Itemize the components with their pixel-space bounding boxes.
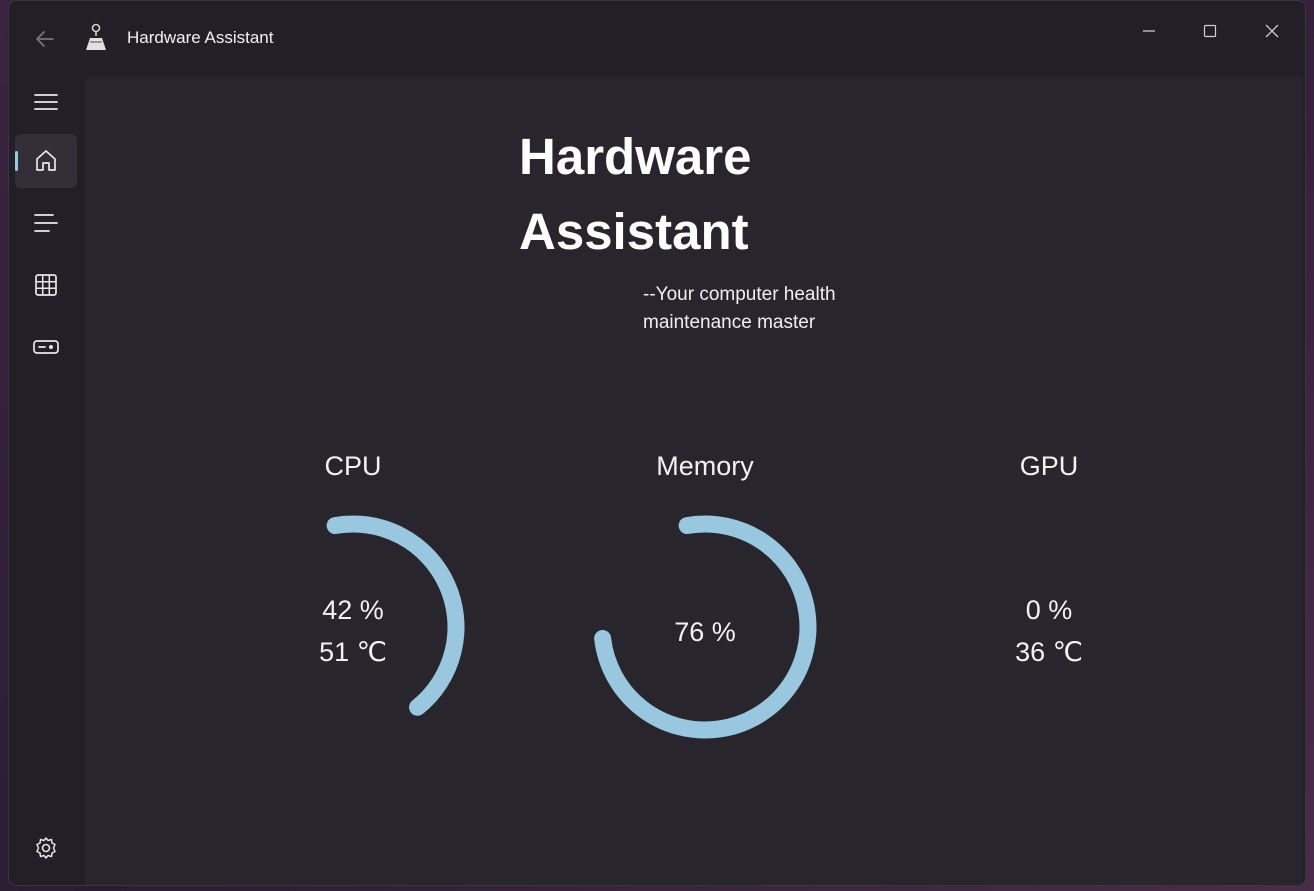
nav-item-device[interactable] <box>15 320 77 374</box>
back-button[interactable] <box>29 23 61 55</box>
app-title: Hardware Assistant <box>127 28 274 47</box>
home-icon <box>36 150 56 171</box>
hero-subtitle-line1: --Your computer health <box>643 284 836 305</box>
home-page-content: Hardware Assistant --Your computer healt… <box>85 77 1303 885</box>
cpu-usage-value: 42 % <box>322 595 384 625</box>
gauge-readout: 76 % <box>585 611 825 653</box>
nav-item-grid[interactable] <box>15 258 77 312</box>
gpu-gauge: GPU 0 % 36 ℃ <box>929 447 1169 747</box>
hero-title: Hardware Assistant <box>519 119 879 269</box>
gauge-label: CPU <box>324 451 382 481</box>
title-bar: Hardware Assistant <box>9 1 1305 75</box>
close-button[interactable] <box>1252 11 1292 51</box>
memory-gauge: Memory 76 % <box>585 447 825 747</box>
nav-item-list[interactable] <box>15 196 77 250</box>
maximize-icon <box>1203 24 1217 38</box>
back-arrow-icon <box>36 31 54 47</box>
memory-usage-value: 76 % <box>674 617 736 647</box>
gauge-label: GPU <box>1019 451 1079 481</box>
nav-menu-toggle[interactable] <box>15 75 77 129</box>
maximize-button[interactable] <box>1190 11 1230 51</box>
gauge-label: Memory <box>656 451 754 481</box>
gauge-readout: 42 % 51 ℃ <box>233 589 473 673</box>
cpu-gauge: CPU 42 % 51 ℃ <box>233 447 473 747</box>
hamburger-menu-icon <box>34 94 58 110</box>
list-icon <box>34 214 58 232</box>
hero-title-line1: Hardware <box>519 128 752 185</box>
gauge-readout: 0 % 36 ℃ <box>929 589 1169 673</box>
gpu-usage-value: 0 % <box>1025 595 1073 625</box>
grid-icon <box>35 274 57 296</box>
hero-subtitle-line2: maintenance master <box>643 312 816 333</box>
nav-item-home[interactable] <box>15 134 77 188</box>
hero-title-line2: Assistant <box>519 203 749 260</box>
close-icon <box>1265 24 1279 38</box>
app-window: Hardware Assistant Hardware Assistant --… <box>8 0 1306 886</box>
nav-item-settings[interactable] <box>15 821 77 875</box>
device-icon <box>33 340 59 354</box>
minimize-icon <box>1143 30 1155 32</box>
hero-subtitle: --Your computer health maintenance maste… <box>643 281 903 337</box>
navigation-pane <box>9 75 85 885</box>
minimize-button[interactable] <box>1129 11 1169 51</box>
gpu-temperature-value: 36 ℃ <box>1015 637 1083 667</box>
app-logo-icon <box>82 22 110 54</box>
selection-indicator <box>15 151 18 171</box>
gear-icon <box>36 837 56 859</box>
cpu-temperature-value: 51 ℃ <box>319 637 387 667</box>
